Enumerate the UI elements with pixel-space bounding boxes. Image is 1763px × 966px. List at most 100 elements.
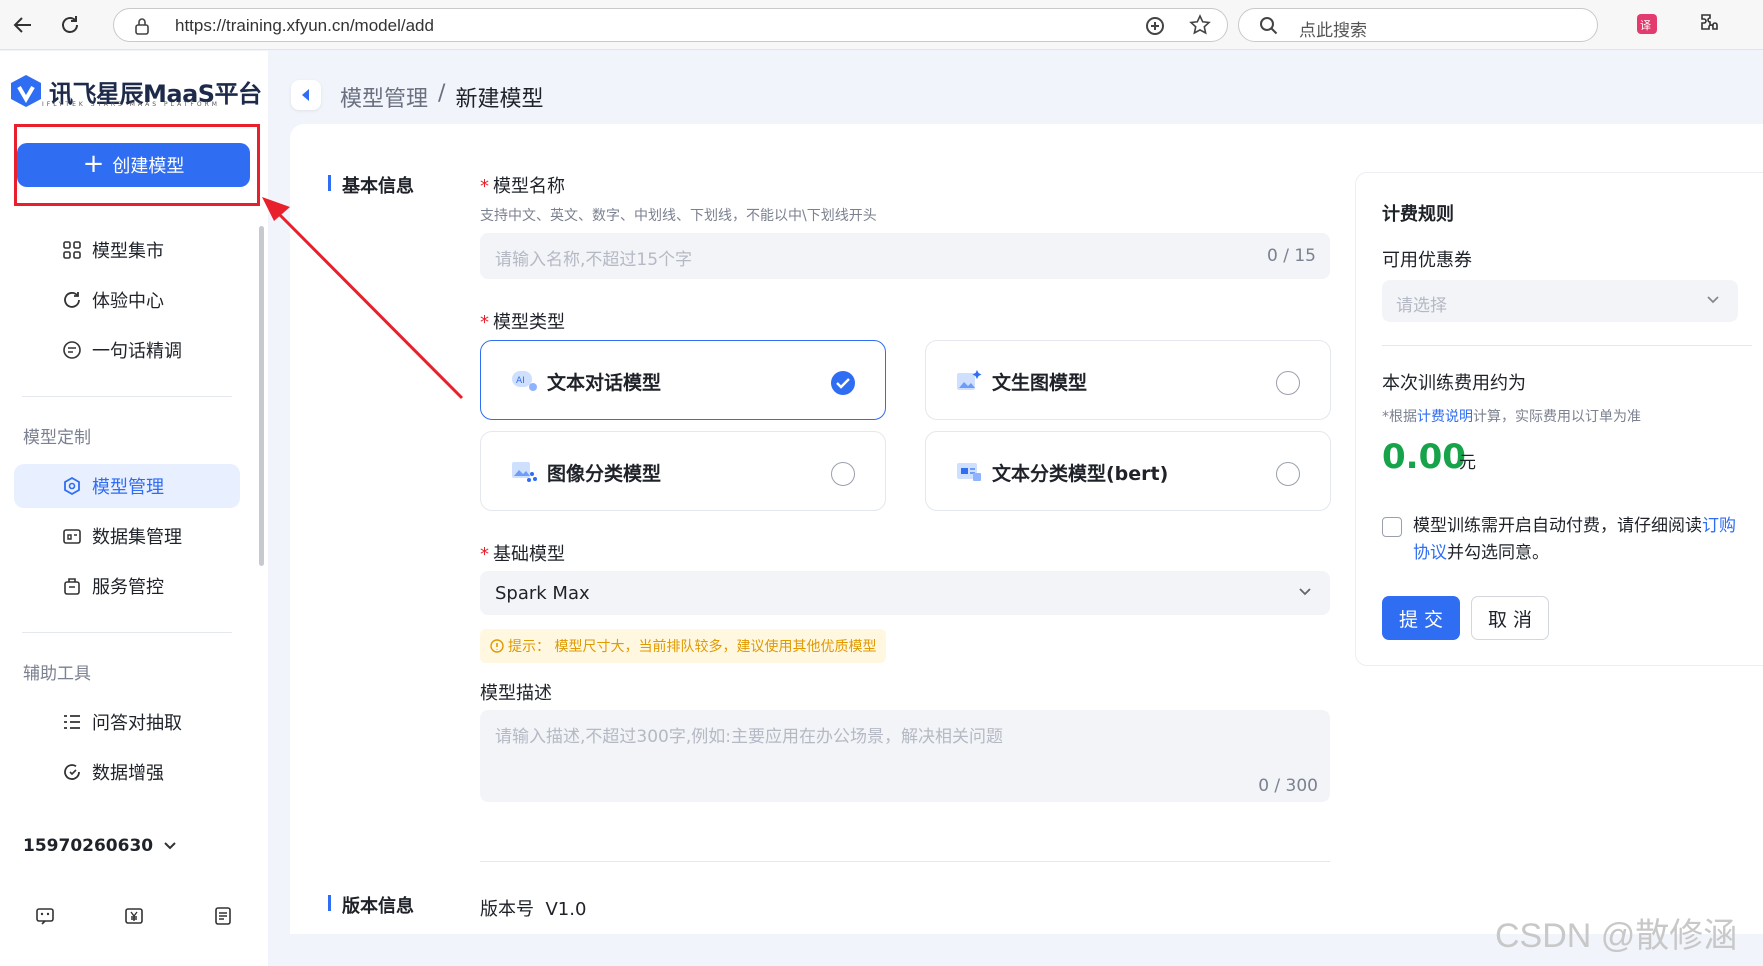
description-label: 模型描述 xyxy=(480,683,552,704)
model-name-label: * 模型名称 xyxy=(480,176,565,197)
fee-note: *根据计费说明计算，实际费用以订单为准 xyxy=(1382,409,1641,425)
translate-extension-icon[interactable]: 译 xyxy=(1635,12,1661,38)
image-classify-icon xyxy=(512,462,537,482)
panel-divider xyxy=(1382,345,1752,346)
logo-subtitle: IFLYTEK STARS MAAS PLATFORM xyxy=(42,101,220,108)
chevron-down-icon xyxy=(1299,588,1311,596)
billing-title: 计费规则 xyxy=(1382,204,1454,225)
phone-number: 15970260630 xyxy=(23,836,154,856)
agree-checkbox[interactable] xyxy=(1382,517,1402,537)
watermark: CSDN @散修涵 xyxy=(1495,917,1738,955)
translate-page-icon[interactable] xyxy=(1144,15,1166,41)
type-card-text-classify[interactable]: 文本分类模型(bert) xyxy=(925,431,1331,511)
type-label: 图像分类模型 xyxy=(547,463,662,485)
sidebar-item-dataset-management[interactable]: 数据集管理 xyxy=(14,514,240,558)
browser-toolbar: https://training.xfyun.cn/model/add 点此搜索… xyxy=(0,0,1763,50)
model-name-input[interactable]: 请输入名称,不超过15个字 0 / 15 xyxy=(480,233,1330,279)
model-icon xyxy=(64,476,80,496)
sidebar-item-label: 数据增强 xyxy=(92,763,164,784)
chevron-down-icon xyxy=(1707,296,1719,304)
billing-yen-icon[interactable] xyxy=(89,906,178,926)
extensions-puzzle-icon[interactable] xyxy=(1697,12,1723,38)
version-row: 版本号 V1.0 xyxy=(480,899,587,920)
reload-icon[interactable] xyxy=(55,10,85,40)
type-label: 文本对话模型 xyxy=(547,372,662,394)
agree-text: 模型训练需开启自动付费，请仔细阅读订购协议并勾选同意。 xyxy=(1413,516,1736,563)
sidebar-item-model-market[interactable]: 模型集市 xyxy=(14,228,240,272)
description-placeholder: 请输入描述,不超过300字,例如:主要应用在办公场景，解决相关问题 xyxy=(495,727,1003,747)
caret-left-icon xyxy=(302,89,309,101)
image-gen-icon xyxy=(957,370,982,390)
section-title-version: 版本信息 xyxy=(328,892,414,918)
sidebar-item-qa-extraction[interactable]: 问答对抽取 xyxy=(14,700,240,744)
radio-button[interactable] xyxy=(831,462,855,486)
base-model-select[interactable]: Spark Max xyxy=(480,571,1330,615)
base-model-label: * 基础模型 xyxy=(480,544,565,565)
plus-icon: + xyxy=(82,148,105,179)
sidebar-item-data-enhance[interactable]: 数据增强 xyxy=(14,750,240,794)
type-label: 文本分类模型(bert) xyxy=(992,463,1169,485)
url-text: https://training.xfyun.cn/model/add xyxy=(175,16,434,35)
type-card-text-to-image[interactable]: 文生图模型 xyxy=(925,340,1331,420)
description-textarea[interactable]: 请输入描述,不超过300字,例如:主要应用在办公场景，解决相关问题 0 / 30… xyxy=(480,710,1330,802)
sidebar: 讯飞星辰MaaS平台 IFLYTEK STARS MAAS PLATFORM +… xyxy=(0,51,268,966)
sidebar-item-experience-center[interactable]: 体验中心 xyxy=(14,278,240,322)
warning-tip: 提示： 模型尺寸大，当前排队较多，建议使用其他优质模型 xyxy=(480,629,887,663)
base-model-value: Spark Max xyxy=(495,583,590,604)
grid-icon xyxy=(63,241,81,259)
logo-icon xyxy=(11,75,41,107)
breadcrumb-parent[interactable]: 模型管理 xyxy=(340,81,428,113)
type-label: 文生图模型 xyxy=(992,372,1088,394)
sidebar-scrollbar[interactable] xyxy=(259,226,264,566)
breadcrumb-separator: / xyxy=(438,81,446,106)
info-icon xyxy=(490,639,504,653)
version-value: V1.0 xyxy=(545,899,587,920)
model-name-placeholder: 请输入名称,不超过15个字 xyxy=(495,250,693,270)
chat-model-icon: AI xyxy=(512,371,537,391)
submit-button[interactable]: 提 交 xyxy=(1382,596,1460,640)
favorite-star-icon[interactable] xyxy=(1189,14,1211,40)
sidebar-item-one-sentence-tune[interactable]: 一句话精调 xyxy=(14,328,240,372)
sidebar-divider xyxy=(22,396,232,397)
enhance-icon xyxy=(64,764,80,780)
coupon-placeholder: 请选择 xyxy=(1396,296,1447,316)
sidebar-item-service-control[interactable]: 服务管控 xyxy=(14,564,240,608)
warning-text: 提示： 模型尺寸大，当前排队较多，建议使用其他优质模型 xyxy=(508,639,877,655)
browser-search-box[interactable]: 点此搜索 xyxy=(1238,8,1598,42)
sidebar-item-label: 一句话精调 xyxy=(92,341,182,362)
billing-panel: 计费规则 可用优惠券 请选择 本次训练费用约为 *根据计费说明计算，实际费用以订… xyxy=(1355,172,1763,666)
sidebar-item-model-management[interactable]: 模型管理 xyxy=(14,464,240,508)
lock-icon xyxy=(134,17,150,39)
model-name-counter: 0 / 15 xyxy=(1267,246,1316,266)
cancel-button[interactable]: 取 消 xyxy=(1471,596,1549,640)
tune-icon xyxy=(63,341,81,359)
back-arrow-icon[interactable] xyxy=(8,10,38,40)
billing-doc-link[interactable]: 计费说明 xyxy=(1417,409,1473,425)
document-icon[interactable] xyxy=(179,906,268,926)
feedback-icon[interactable] xyxy=(0,906,89,926)
back-button[interactable] xyxy=(291,80,321,110)
sidebar-divider xyxy=(22,632,232,633)
sidebar-item-label: 问答对抽取 xyxy=(92,713,182,734)
sidebar-footer xyxy=(0,906,268,926)
svg-text:AI: AI xyxy=(516,376,525,386)
user-account-dropdown[interactable]: 15970260630 xyxy=(23,836,177,856)
text-classify-icon xyxy=(957,463,981,481)
type-card-image-classify[interactable]: 图像分类模型 xyxy=(480,431,886,511)
check-circle-icon[interactable] xyxy=(831,371,855,395)
fee-value: 0.00 xyxy=(1382,437,1466,477)
sidebar-item-label: 服务管控 xyxy=(92,577,164,598)
create-model-button[interactable]: + 创建模型 xyxy=(17,143,250,187)
description-counter: 0 / 300 xyxy=(1258,776,1318,796)
section-title-basic: 基本信息 xyxy=(328,172,414,198)
highlight-box: + 创建模型 xyxy=(14,124,260,206)
coupon-label: 可用优惠券 xyxy=(1382,250,1472,271)
radio-button[interactable] xyxy=(1276,462,1300,486)
coupon-select[interactable]: 请选择 xyxy=(1382,280,1738,322)
address-bar[interactable]: https://training.xfyun.cn/model/add xyxy=(113,8,1228,42)
sidebar-item-label: 体验中心 xyxy=(92,291,164,312)
section-label-custom: 模型定制 xyxy=(23,428,91,448)
radio-button[interactable] xyxy=(1276,371,1300,395)
type-card-text-chat[interactable]: AI 文本对话模型 xyxy=(480,340,886,420)
fee-unit: 元 xyxy=(1459,453,1476,473)
